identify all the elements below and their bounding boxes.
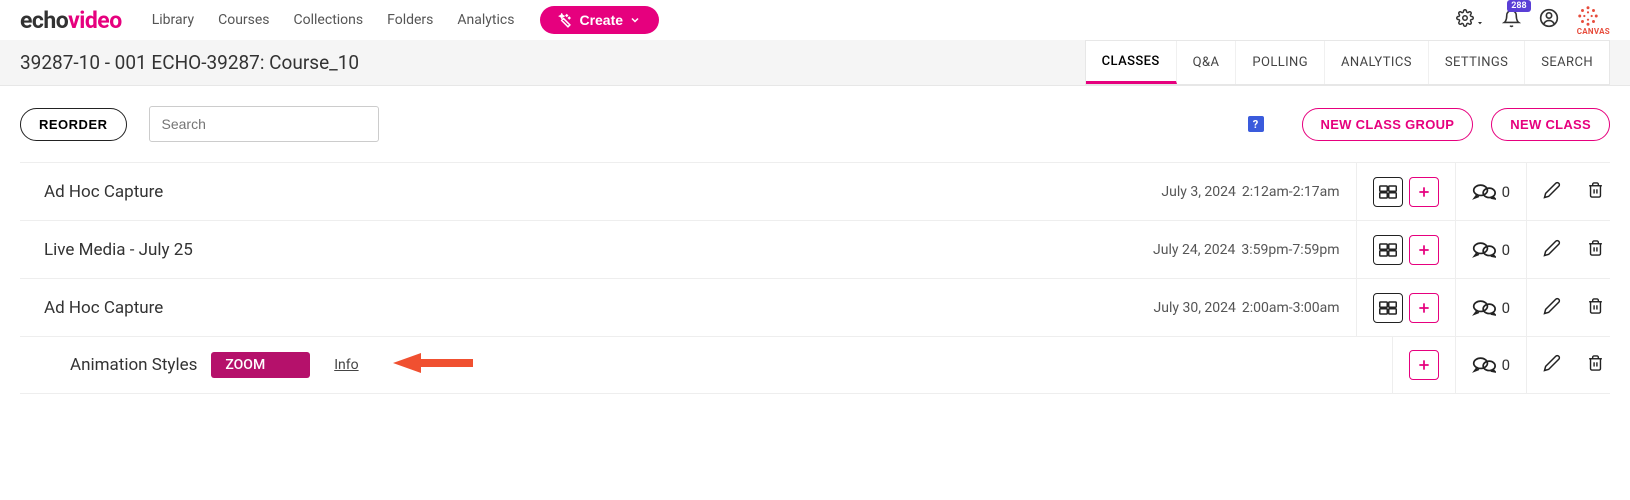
edit-icon[interactable] [1543,354,1561,376]
media-icon[interactable] [1373,177,1403,207]
top-navbar: echovideo Library Courses Collections Fo… [0,0,1630,40]
class-title: Animation Styles [70,355,197,375]
tab-classes[interactable]: CLASSES [1086,41,1177,84]
class-row[interactable]: Ad Hoc Capture July 30, 2024 2:00am-3:00… [20,278,1610,336]
chevron-down-icon [1476,19,1484,27]
tab-settings[interactable]: SETTINGS [1429,41,1525,84]
info-link[interactable]: Info [334,357,358,373]
zoom-badge: ZOOM [211,352,310,378]
nav-links: Library Courses Collections Folders Anal… [152,12,515,28]
help-icon[interactable]: ? [1248,116,1264,132]
arrow-annotation [393,351,473,379]
class-row[interactable]: Live Media - July 25 July 24, 2024 3:59p… [20,220,1610,278]
course-tabs: CLASSES Q&A POLLING ANALYTICS SETTINGS S… [1085,40,1610,85]
edit-icon[interactable] [1543,181,1561,203]
reorder-button[interactable]: REORDER [20,108,127,141]
comment-count: 0 [1502,299,1510,317]
class-date: July 24, 2024 [1153,242,1235,258]
new-class-group-button[interactable]: NEW CLASS GROUP [1302,108,1474,141]
course-header: 39287-10 - 001 ECHO-39287: Course_10 CLA… [0,40,1630,86]
class-title: Live Media - July 25 [44,240,193,260]
comment-count: 0 [1502,356,1510,374]
nav-link-collections[interactable]: Collections [294,12,364,28]
class-row[interactable]: Animation Styles ZOOM Info 0 [20,336,1610,394]
course-title: 39287-10 - 001 ECHO-39287: Course_10 [20,51,359,74]
tab-search[interactable]: SEARCH [1525,41,1609,84]
comment-count: 0 [1502,241,1510,259]
class-title: Ad Hoc Capture [44,182,163,202]
nav-link-library[interactable]: Library [152,12,194,28]
comments-icon[interactable] [1472,183,1496,201]
class-date: July 3, 2024 [1161,184,1236,200]
delete-icon[interactable] [1587,181,1604,203]
create-button-label: Create [579,12,623,28]
comments-icon[interactable] [1472,299,1496,317]
delete-icon[interactable] [1587,239,1604,261]
nav-link-analytics[interactable]: Analytics [457,12,514,28]
settings-icon[interactable] [1456,9,1484,31]
class-toolbar: REORDER ? NEW CLASS GROUP NEW CLASS [0,86,1630,162]
class-list: Ad Hoc Capture July 3, 2024 2:12am-2:17a… [0,162,1630,414]
header-right-icons: 288 CANVAS [1456,5,1610,36]
class-time: 2:00am-3:00am [1242,300,1340,316]
class-time: 2:12am-2:17am [1242,184,1340,200]
logo[interactable]: echovideo [20,7,122,34]
search-input[interactable] [149,106,379,142]
add-media-button[interactable] [1409,177,1439,207]
comments-icon[interactable] [1472,356,1496,374]
comments-icon[interactable] [1472,241,1496,259]
nav-link-folders[interactable]: Folders [387,12,433,28]
notifications-icon[interactable]: 288 [1502,9,1521,32]
class-title: Ad Hoc Capture [44,298,163,318]
tab-polling[interactable]: POLLING [1236,41,1325,84]
canvas-label: CANVAS [1577,27,1610,36]
new-class-button[interactable]: NEW CLASS [1491,108,1610,141]
wand-icon [558,13,573,28]
class-time: 3:59pm-7:59pm [1241,242,1339,258]
create-button[interactable]: Create [540,6,659,34]
nav-link-courses[interactable]: Courses [218,12,269,28]
chevron-down-icon [629,14,641,26]
edit-icon[interactable] [1543,297,1561,319]
delete-icon[interactable] [1587,354,1604,376]
notif-badge: 288 [1507,0,1530,12]
add-media-button[interactable] [1409,350,1439,380]
logo-text-video: video [68,7,122,34]
canvas-icon[interactable]: CANVAS [1577,5,1610,36]
logo-text-echo: echo [20,7,68,34]
media-icon[interactable] [1373,235,1403,265]
account-icon[interactable] [1539,8,1559,32]
class-row[interactable]: Ad Hoc Capture July 3, 2024 2:12am-2:17a… [20,162,1610,220]
tab-analytics[interactable]: ANALYTICS [1325,41,1429,84]
add-media-button[interactable] [1409,293,1439,323]
add-media-button[interactable] [1409,235,1439,265]
edit-icon[interactable] [1543,239,1561,261]
tab-qa[interactable]: Q&A [1177,41,1237,84]
comment-count: 0 [1502,183,1510,201]
media-icon[interactable] [1373,293,1403,323]
class-date: July 30, 2024 [1154,300,1236,316]
delete-icon[interactable] [1587,297,1604,319]
